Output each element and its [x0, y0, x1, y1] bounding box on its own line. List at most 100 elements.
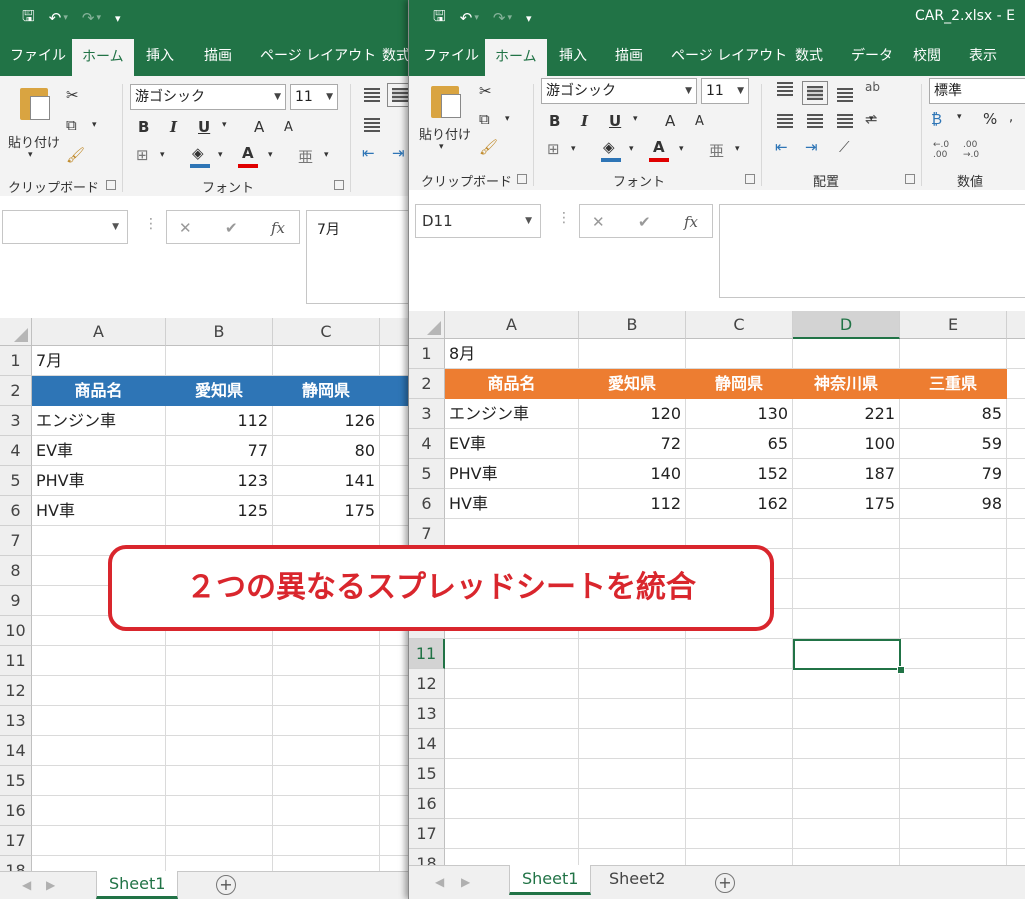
cell[interactable]	[1007, 639, 1025, 669]
row-header-17[interactable]: 17	[0, 826, 32, 856]
table-cell[interactable]: 221	[793, 399, 900, 429]
cell[interactable]	[166, 646, 273, 676]
select-all-corner[interactable]	[0, 318, 32, 346]
cut-icon[interactable]: ✂	[66, 86, 79, 104]
cell[interactable]	[380, 706, 408, 736]
cell[interactable]	[579, 819, 686, 849]
underline-dropdown-icon[interactable]: ▾	[222, 120, 227, 130]
row-header-6[interactable]: 6	[0, 496, 32, 526]
table-cell[interactable]: HV車	[445, 489, 579, 519]
cell[interactable]	[793, 759, 900, 789]
sheet-tab-sheet2[interactable]: Sheet2	[597, 865, 677, 895]
cell[interactable]	[900, 669, 1007, 699]
font-size-select[interactable]: 11 ▼	[701, 78, 749, 104]
cell[interactable]	[900, 579, 1007, 609]
cancel-icon[interactable]: ✕	[592, 213, 605, 231]
cell[interactable]	[166, 766, 273, 796]
table-cell[interactable]: 72	[579, 429, 686, 459]
cell[interactable]	[793, 549, 900, 579]
align-center-icon[interactable]	[807, 114, 823, 128]
cell[interactable]	[686, 759, 793, 789]
cell[interactable]	[273, 796, 380, 826]
increase-indent-icon[interactable]: ⇥	[805, 138, 818, 156]
table-cell[interactable]: 123	[166, 466, 273, 496]
align-right-icon[interactable]	[837, 114, 853, 128]
cell[interactable]	[1007, 519, 1025, 549]
orientation-angle-icon[interactable]: ⟋	[839, 138, 850, 156]
borders-dropdown-icon[interactable]: ▾	[571, 144, 576, 154]
paste-icon[interactable]	[20, 88, 50, 120]
column-header-a[interactable]: A	[32, 318, 166, 346]
cell[interactable]	[1007, 669, 1025, 699]
phonetic-icon[interactable]: 亜	[709, 140, 724, 161]
cell[interactable]	[579, 729, 686, 759]
table-cell[interactable]: 85	[900, 399, 1007, 429]
increase-indent-icon[interactable]: ⇥	[392, 144, 405, 162]
table-cell[interactable]: 112	[579, 489, 686, 519]
cell[interactable]	[579, 699, 686, 729]
fill-color-icon[interactable]: ◈	[192, 144, 204, 162]
cell[interactable]	[166, 826, 273, 856]
column-header-next[interactable]	[1007, 311, 1025, 339]
table-cell[interactable]: 187	[793, 459, 900, 489]
add-sheet-icon[interactable]: +	[216, 875, 236, 895]
sheet-tab-sheet1[interactable]: Sheet1	[96, 871, 179, 899]
font-color-icon[interactable]: A	[242, 144, 254, 162]
cell[interactable]	[686, 639, 793, 669]
tab-data[interactable]: データ	[851, 36, 893, 76]
row-header-3[interactable]: 3	[0, 406, 32, 436]
column-header-b[interactable]: B	[166, 318, 273, 346]
row-header-11[interactable]: 11	[0, 646, 32, 676]
row-header-1[interactable]: 1	[409, 339, 445, 369]
table-cell[interactable]: 112	[166, 406, 273, 436]
cell[interactable]	[686, 339, 793, 369]
paste-button-label[interactable]: 貼り付け	[419, 124, 471, 143]
alignment-launcher-icon[interactable]	[905, 174, 915, 184]
table-cell[interactable]: 175	[793, 489, 900, 519]
row-header-11[interactable]: 11	[409, 639, 445, 669]
cancel-icon[interactable]: ✕	[179, 219, 192, 237]
format-painter-icon[interactable]: 🖌	[66, 146, 85, 164]
sheet-prev-icon[interactable]: ◀	[435, 875, 444, 889]
align-top-icon[interactable]	[777, 82, 793, 96]
format-painter-icon[interactable]: 🖌	[479, 138, 498, 156]
cell[interactable]	[793, 699, 900, 729]
cell[interactable]	[32, 826, 166, 856]
cell[interactable]	[900, 699, 1007, 729]
underline-dropdown-icon[interactable]: ▾	[633, 114, 638, 124]
column-header-a[interactable]: A	[445, 311, 579, 339]
cut-icon[interactable]: ✂	[479, 82, 492, 100]
cell[interactable]	[166, 736, 273, 766]
tab-formulas[interactable]: 数式	[795, 36, 823, 76]
cell[interactable]	[900, 789, 1007, 819]
cell[interactable]	[380, 436, 408, 466]
font-size-select[interactable]: 11 ▼	[290, 84, 338, 110]
cell[interactable]	[900, 339, 1007, 369]
cell[interactable]	[1007, 819, 1025, 849]
cell[interactable]	[579, 669, 686, 699]
table-cell[interactable]: 77	[166, 436, 273, 466]
customize-qat-icon[interactable]: ▾	[115, 12, 121, 25]
sheet-next-icon[interactable]: ▶	[461, 875, 470, 889]
phonetic-dropdown-icon[interactable]: ▾	[735, 144, 740, 154]
cell[interactable]	[32, 736, 166, 766]
underline-button[interactable]: U	[609, 112, 621, 130]
table-cell[interactable]: 125	[166, 496, 273, 526]
row-header-5[interactable]: 5	[0, 466, 32, 496]
table-header-cell[interactable]: 商品名	[445, 369, 579, 399]
row-header-4[interactable]: 4	[409, 429, 445, 459]
borders-dropdown-icon[interactable]: ▾	[160, 150, 165, 160]
table-cell[interactable]: 98	[900, 489, 1007, 519]
cell[interactable]	[273, 826, 380, 856]
merge-dropdown-icon[interactable]: ▾	[869, 114, 874, 124]
cell[interactable]	[380, 736, 408, 766]
row-header-13[interactable]: 13	[0, 706, 32, 736]
decrease-decimal-icon[interactable]: .00 →.0	[963, 140, 979, 160]
cell[interactable]	[900, 819, 1007, 849]
cell[interactable]	[380, 676, 408, 706]
clipboard-launcher-icon[interactable]	[106, 180, 116, 190]
table-cell[interactable]: 141	[273, 466, 380, 496]
paste-dropdown-icon[interactable]: ▾	[439, 142, 444, 152]
table-cell[interactable]: 162	[686, 489, 793, 519]
cell[interactable]	[380, 406, 408, 436]
